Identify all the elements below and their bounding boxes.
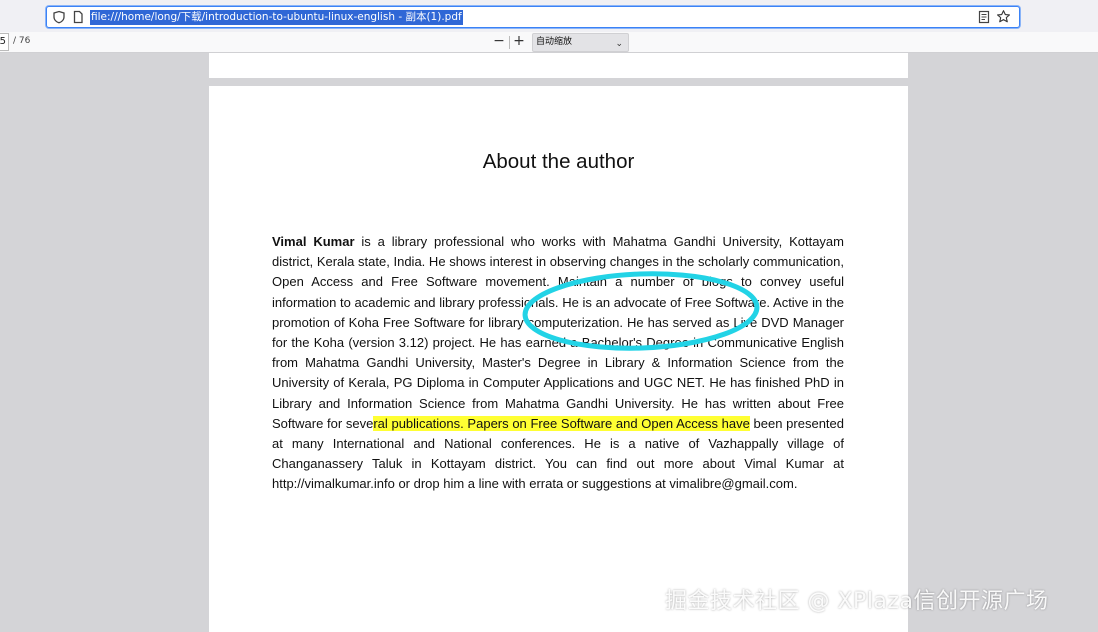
- zoom-out-button[interactable]: −: [492, 34, 506, 50]
- author-name: Vimal Kumar: [272, 234, 355, 249]
- shield-icon[interactable]: [52, 10, 66, 24]
- watermark-text: 掘金技术社区 @ XPlaza信创开源广场: [665, 589, 1049, 614]
- toolbar-separator: [509, 36, 510, 49]
- page-number-input[interactable]: 5: [0, 33, 9, 51]
- reader-view-icon[interactable]: [977, 10, 991, 24]
- zoom-select[interactable]: 自动缩放 ⌄: [532, 33, 629, 52]
- pdf-toolbar: 5 / 76 − + 自动缩放 ⌄: [0, 32, 1098, 53]
- address-bar-strip: file:///home/long/下载/introduction-to-ubu…: [0, 0, 1098, 32]
- page-title: About the author: [482, 150, 635, 173]
- page-total: / 76: [13, 36, 31, 46]
- page-icon: [73, 10, 83, 24]
- pdf-page: About the author Vimal Kumar is a librar…: [209, 86, 908, 632]
- zoom-select-value: 自动缩放: [536, 37, 573, 47]
- highlighted-text: ral publications. Papers on Free Softwar…: [373, 415, 750, 431]
- author-paragraph: Vimal Kumar is a library professional wh…: [272, 232, 844, 495]
- paragraph-text-1: is a library professional who works with…: [272, 234, 844, 431]
- url-text[interactable]: file:///home/long/下载/introduction-to-ubu…: [90, 10, 463, 25]
- zoom-in-button[interactable]: +: [512, 34, 526, 50]
- pdf-page-previous: [209, 53, 908, 78]
- bookmark-star-icon[interactable]: [996, 9, 1011, 24]
- url-bar[interactable]: file:///home/long/下载/introduction-to-ubu…: [46, 6, 1020, 28]
- chevron-down-icon: ⌄: [615, 39, 623, 49]
